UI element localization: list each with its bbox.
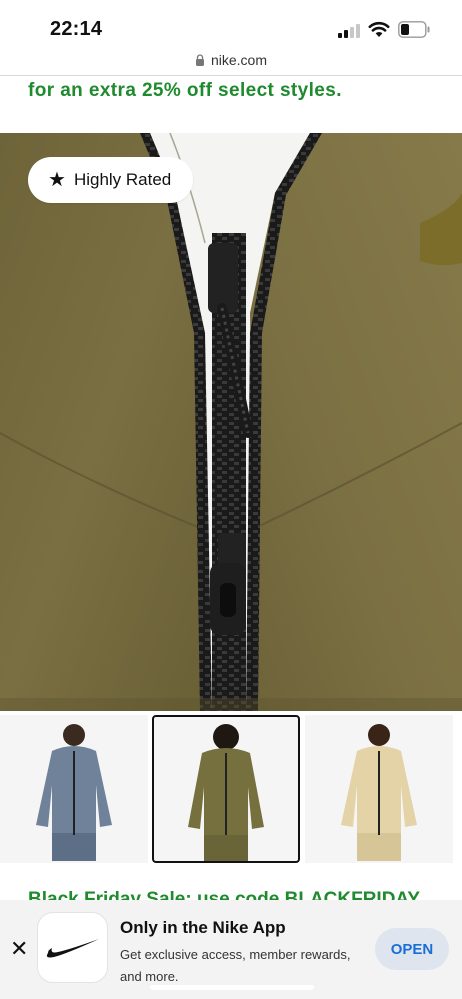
app-banner-description: Get exclusive access, member rewards, an… <box>120 947 351 984</box>
badge-label: Highly Rated <box>73 170 172 189</box>
highly-rated-badge: ★ Highly Rated <box>28 157 194 203</box>
nike-swoosh-icon <box>46 938 99 957</box>
app-banner-title: Only in the Nike App <box>120 918 286 937</box>
address-bar-divider <box>0 75 462 76</box>
thumbnail-tan[interactable] <box>305 715 453 863</box>
model-blue-grey-illustration <box>36 724 112 861</box>
thumbnail-blue-grey[interactable] <box>0 715 148 863</box>
battery-icon <box>398 21 430 38</box>
promo-text[interactable]: for an extra 25% off select styles. <box>28 80 342 102</box>
color-thumbnails <box>0 715 462 865</box>
model-olive-illustration <box>188 724 264 861</box>
url-text: nike.com <box>210 52 268 68</box>
open-app-button[interactable]: OPEN <box>375 928 449 970</box>
address-bar[interactable]: nike.com <box>0 46 462 74</box>
model-tan-illustration <box>341 724 417 861</box>
thumbnail-olive[interactable] <box>152 715 300 863</box>
promo-text-next: Black Friday Sale: use code BLACKFRIDAY <box>28 889 421 900</box>
star-icon: ★ <box>48 169 66 191</box>
nike-app-icon[interactable] <box>37 912 108 983</box>
status-bar: 22:14 <box>0 0 462 46</box>
cellular-signal-icon <box>338 22 362 38</box>
status-time: 22:14 <box>50 18 103 40</box>
wifi-icon <box>368 21 390 37</box>
close-banner-button[interactable]: ✕ <box>10 938 28 960</box>
lock-icon <box>195 54 204 66</box>
product-hero-image[interactable]: ★ Highly Rated <box>0 133 462 711</box>
home-indicator[interactable] <box>150 985 314 990</box>
jacket-closeup-illustration <box>0 133 462 711</box>
